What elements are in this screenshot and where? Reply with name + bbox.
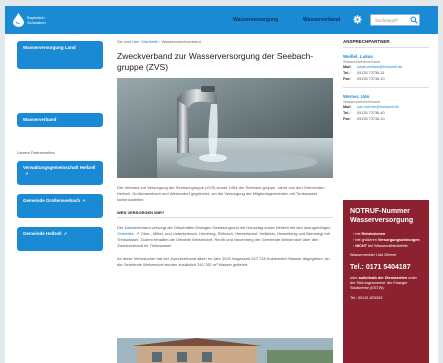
breadcrumb-separator: › xyxy=(159,39,161,44)
breadcrumb-prefix: Sie sind hier: xyxy=(117,39,141,44)
contact-fax-label: Fax: xyxy=(343,77,351,81)
contact-role: Wasserzweckverband xyxy=(343,100,380,104)
hint-text: oder xyxy=(350,276,359,280)
contact-tel-row: Tel.: 09135 73736-40 xyxy=(343,111,429,116)
intro-paragraph: Der Verband zur Versorgung der Seebachgr… xyxy=(117,185,325,202)
partner-link-label: Verwaltungsgemeinschaft Hellzell xyxy=(23,165,96,170)
contacts-panel: ANSPRECHPARTNER Weißel, Lukas Wasserzwec… xyxy=(343,39,429,122)
logo-line-2: Schwaben xyxy=(27,20,46,25)
main-content: Sie sind hier: Startseite › Wasserzweckv… xyxy=(117,39,333,268)
volume-paragraph: An diese Verbraucher hat der Zweckverban… xyxy=(117,256,330,267)
contact-mail-link[interactable]: udo.werner@hesszell.de xyxy=(357,105,399,110)
supply-text-b: Ober-, Mittel- und Unterkerbach, Hemberg… xyxy=(117,231,330,248)
divider xyxy=(343,87,429,88)
nav-wasserverband[interactable]: Wasserverband xyxy=(303,17,340,23)
contact-fax-row: Fax: 09135 73736-10 xyxy=(343,117,429,122)
contact-name[interactable]: Werner, Udo xyxy=(343,94,429,99)
water-drop-icon xyxy=(13,13,24,27)
page: Bayerisch Schwaben Wasserversorgung Wass… xyxy=(5,6,438,363)
list-item: › NICHT bei Wasserzählerdefekt xyxy=(350,243,422,249)
supply-text-a: Der Zweckverband versorgt die Ortschafte… xyxy=(117,225,331,230)
contact-fax-label: Fax: xyxy=(343,117,351,121)
breadcrumb-current: Wasserzweckverband xyxy=(161,39,201,44)
section-heading-wen-versorgen-wir: WEN VERSORGEN WIR? xyxy=(117,210,333,218)
contact-mail-label: Mail: xyxy=(343,65,352,69)
logo-text: Bayerisch Schwaben xyxy=(27,15,46,25)
contact-tel[interactable]: 09135 73736-31 xyxy=(357,71,385,76)
sidebar-button-wasserversorgung-land[interactable]: Wasserversorgung Land xyxy=(17,41,103,69)
ortsteilen-link[interactable]: Ortsteilen xyxy=(117,231,134,236)
emergency-hint: oder außerhalb der Dienstzeiten unter de… xyxy=(350,276,422,291)
contact-card: Weißel, Lukas Wasserzweckverband Mail: l… xyxy=(343,54,429,88)
contact-mail-row: Mail: udo.werner@hesszell.de xyxy=(343,105,429,110)
page-title: Zweckverband zur Wasserversorgung der Se… xyxy=(117,51,314,72)
breadcrumb: Sie sind hier: Startseite › Wasserzweckv… xyxy=(117,39,333,46)
emergency-phone[interactable]: Tel.: 0171 5404187 xyxy=(350,264,422,271)
emergency-panel: NOTRUF-Nummer Wasserversorgung › bei Roh… xyxy=(343,200,429,363)
external-link-icon: ↗ xyxy=(25,171,29,176)
hint-bold: außerhalb der Dienstzeiten xyxy=(358,276,408,280)
sidebar-button-wasserverband[interactable]: Wasserverband xyxy=(17,113,103,127)
item-bold: NICHT xyxy=(355,244,367,248)
emergency-title: NOTRUF-Nummer Wasserversorgung xyxy=(350,208,414,224)
item-bold: Versorgungsstörungen xyxy=(377,238,420,242)
contact-fax-row: Fax: 09135 73736-10 xyxy=(343,77,429,82)
item-text: bei Wasserzählerdefekt xyxy=(366,244,408,248)
hero-image-water-tap xyxy=(117,78,333,178)
contact-name[interactable]: Weißel, Lukas xyxy=(343,54,429,59)
secondary-image-building xyxy=(117,338,333,363)
emergency-list: › bei Rohrbrüchen › bei größeren Versorg… xyxy=(350,231,422,249)
breadcrumb-home-link[interactable]: Startseite xyxy=(141,39,158,44)
nav-wasserversorgung[interactable]: Wasserversorgung xyxy=(233,17,278,23)
external-link-icon: ↗ xyxy=(82,198,86,203)
site-logo[interactable]: Bayerisch Schwaben xyxy=(13,11,63,29)
contact-role: Wasserzweckverband xyxy=(343,60,380,64)
bereitschaft-label: Wassermeister Udo Werner xyxy=(350,253,397,257)
estw-phone[interactable]: Tel.: 09131 823333 xyxy=(350,296,422,300)
partners-heading: Unsere Partnerseiten xyxy=(17,150,55,155)
search-icon[interactable] xyxy=(410,16,418,24)
contact-mail-label: Mail: xyxy=(343,105,352,109)
gear-icon[interactable] xyxy=(353,15,362,24)
supply-paragraph: Der Zweckverband versorgt die Ortschafte… xyxy=(117,225,333,249)
site-header: Bayerisch Schwaben Wasserversorgung Wass… xyxy=(5,6,438,34)
partner-link-vg-hellzell[interactable]: Verwaltungsgemeinschaft Hellzell↗ xyxy=(17,161,103,185)
partner-link-label: Gemeinde Großenseebach xyxy=(23,198,81,203)
external-link-icon: ↗ xyxy=(63,231,67,236)
contact-tel-row: Tel.: 09135 73736-31 xyxy=(343,71,429,76)
partner-link-grossenseebach[interactable]: Gemeinde Großenseebach ↗ xyxy=(17,194,103,218)
item-bold: Rohrbrüchen xyxy=(361,232,386,236)
contact-tel-label: Tel.: xyxy=(343,71,351,75)
contact-tel-label: Tel.: xyxy=(343,111,351,115)
item-text: bei größeren xyxy=(355,238,378,242)
partner-link-hellzell[interactable]: Gemeinde Hellzell ↗ xyxy=(17,227,103,251)
contact-card: Werner, Udo Wasserzweckverband Mail: udo… xyxy=(343,94,429,122)
contacts-heading: ANSPRECHPARTNER xyxy=(343,39,429,48)
contact-mail-row: Mail: lukas.weissel@hesszell.de xyxy=(343,65,429,70)
contact-mail-link[interactable]: lukas.weissel@hesszell.de xyxy=(357,65,402,70)
contact-fax: 09135 73736-10 xyxy=(357,77,385,81)
contact-tel[interactable]: 09135 73736-40 xyxy=(357,111,385,116)
partner-link-label: Gemeinde Hellzell xyxy=(23,231,62,236)
contact-fax: 09135 73736-10 xyxy=(357,117,385,121)
